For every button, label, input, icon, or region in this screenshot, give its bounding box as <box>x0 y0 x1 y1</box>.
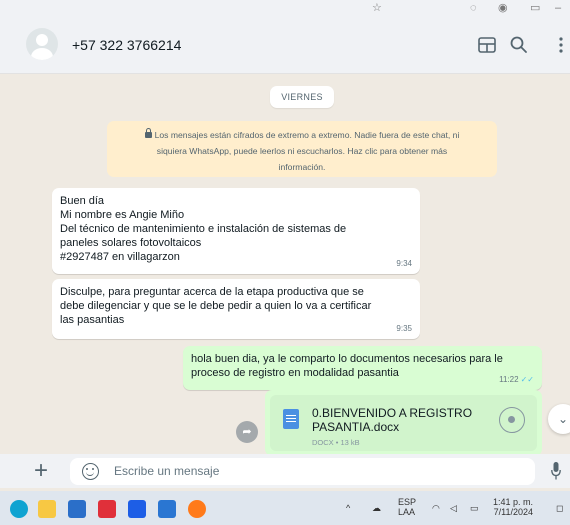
search-icon[interactable] <box>508 34 530 56</box>
file-message[interactable]: 0.BIENVENIDO A REGISTRO PASANTIA.docx DO… <box>265 390 542 454</box>
firefox-icon[interactable] <box>188 500 206 518</box>
encryption-notice[interactable]: Los mensajes están cifrados de extremo a… <box>107 121 497 177</box>
message-line: proceso de registro en modalidad pasanti… <box>191 367 399 379</box>
day-separator: VIERNES <box>270 86 334 108</box>
mcafee-icon[interactable] <box>98 500 116 518</box>
message-line: Buen día <box>60 195 105 207</box>
message-placeholder: Escribe un mensaje <box>114 464 220 478</box>
extension-icon[interactable]: ◉ <box>498 2 508 14</box>
file-card[interactable]: 0.BIENVENIDO A REGISTRO PASANTIA.docx DO… <box>270 395 537 451</box>
message-line: Disculpe, para preguntar acerca de la et… <box>60 286 364 298</box>
message-line: #2927487 en villagarzon <box>60 251 180 263</box>
message-incoming[interactable]: Disculpe, para preguntar acerca de la et… <box>52 279 420 339</box>
file-explorer-icon[interactable] <box>38 500 56 518</box>
cloud-sync-icon[interactable]: ☁ <box>372 503 381 513</box>
message-line: las pasantias <box>60 314 125 326</box>
chat-header: +57 322 3766214 <box>0 16 570 74</box>
scroll-down-icon[interactable]: ⌄ <box>548 404 570 434</box>
chat-panel: VIERNES Los mensajes están cifrados de e… <box>0 74 570 454</box>
message-line: Del técnico de mantenimiento e instalaci… <box>60 223 347 235</box>
download-icon[interactable] <box>499 407 525 433</box>
forward-icon[interactable]: ➦ <box>236 421 258 443</box>
notifications-icon[interactable]: ◻ <box>556 503 563 513</box>
window-chrome: ☆ ◌ ◉ ▭ – <box>0 0 570 16</box>
message-time: 9:34 <box>396 259 412 268</box>
file-meta: DOCX • 13 kB <box>312 438 360 447</box>
speaker-icon[interactable]: ◁ <box>450 503 457 513</box>
wifi-icon[interactable]: ◠ <box>432 503 440 513</box>
calendar-icon[interactable] <box>476 34 498 56</box>
microphone-icon[interactable] <box>551 461 561 481</box>
store-icon[interactable] <box>68 500 86 518</box>
message-line: debe dilegenciar y que se le debe pedir … <box>60 300 372 312</box>
message-incoming[interactable]: Buen día Mi nombre es Angie Miño Del téc… <box>52 188 420 274</box>
window-icon[interactable]: ▭ <box>530 2 540 14</box>
attach-plus-icon[interactable]: + <box>34 456 48 486</box>
lock-icon <box>144 128 152 138</box>
document-icon <box>283 409 299 429</box>
word-icon[interactable] <box>158 500 176 518</box>
message-input[interactable]: Escribe un mensaje <box>70 458 535 485</box>
battery-icon[interactable]: ▭ <box>470 503 479 513</box>
bookmark-icon[interactable]: ☆ <box>372 2 382 14</box>
file-name: 0.BIENVENIDO A REGISTRO PASANTIA.docx <box>312 406 473 434</box>
message-outgoing[interactable]: hola buen dia, ya le comparto lo documen… <box>183 346 542 390</box>
emoji-icon[interactable] <box>82 463 99 480</box>
message-time: 9:35 <box>396 324 412 333</box>
message-line: paneles solares fotovoltaicos <box>60 237 202 249</box>
clock[interactable]: 1:41 p. m. 7/11/2024 <box>493 497 533 517</box>
menu-icon[interactable] <box>550 34 570 56</box>
read-ticks-icon: ✓✓ <box>520 375 534 384</box>
message-line: Mi nombre es Angie Miño <box>60 209 185 221</box>
message-line: hola buen dia, ya le comparto lo documen… <box>191 353 503 365</box>
os-taskbar: ^ ☁ ESP LAA ◠ ◁ ▭ 1:41 p. m. 7/11/2024 ◻ <box>0 491 570 525</box>
minimize-icon[interactable]: – <box>555 2 561 14</box>
message-composer: + Escribe un mensaje <box>0 454 570 488</box>
edge-browser-icon[interactable] <box>10 500 28 518</box>
chevron-up-icon[interactable]: ^ <box>346 503 350 513</box>
contact-name[interactable]: +57 322 3766214 <box>72 37 181 53</box>
dropbox-icon[interactable] <box>128 500 146 518</box>
message-time: 11:22 ✓✓ <box>499 373 534 387</box>
language-indicator[interactable]: ESP LAA <box>398 497 416 517</box>
tracking-icon[interactable]: ◌ <box>470 2 477 14</box>
avatar-icon[interactable] <box>26 28 58 60</box>
